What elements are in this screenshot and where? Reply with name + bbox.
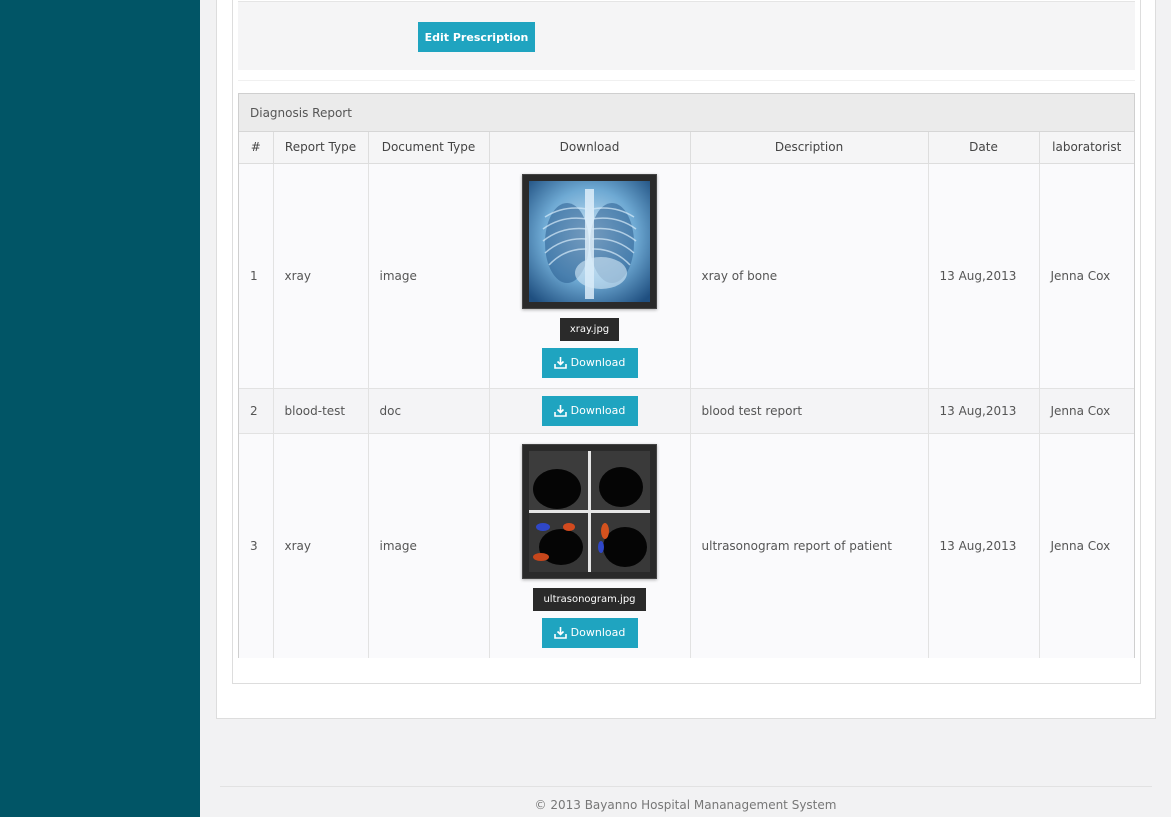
document-type: doc — [368, 388, 490, 434]
document-type: image — [368, 163, 490, 389]
description: ultrasonogram report of patient — [690, 433, 929, 658]
inner-panel: Edit Prescription Diagnosis Report # Rep… — [232, 0, 1141, 684]
ultrasonogram-thumbnail[interactable] — [522, 443, 657, 579]
file-name-label: xray.jpg — [559, 317, 620, 341]
laboratorist: Jenna Cox — [1039, 388, 1134, 434]
report-type: xray — [273, 163, 369, 389]
column-header: Date — [928, 132, 1040, 164]
table-row: 2 blood-test doc Download blood test rep… — [239, 388, 1134, 434]
column-header: Description — [690, 132, 929, 164]
report-type: xray — [273, 433, 369, 658]
column-header: laboratorist — [1039, 132, 1134, 164]
row-number: 2 — [239, 388, 274, 434]
download-icon — [553, 404, 567, 417]
content-area: Edit Prescription Diagnosis Report # Rep… — [200, 0, 1171, 817]
download-cell: xray.jpg Download — [489, 163, 691, 389]
document-type: image — [368, 433, 490, 658]
laboratorist: Jenna Cox — [1039, 433, 1134, 658]
download-icon — [553, 626, 567, 639]
download-cell: Download — [489, 388, 691, 434]
diagnosis-report-table: # Report Type Document Type Download Des… — [239, 132, 1134, 658]
xray-thumbnail[interactable] — [522, 173, 657, 309]
diagnosis-report-panel: Diagnosis Report # Report Type Document … — [238, 93, 1135, 658]
date: 13 Aug,2013 — [928, 388, 1040, 434]
column-header: Download — [489, 132, 691, 164]
footer-divider — [220, 786, 1152, 787]
footer-copyright: © 2013 Bayanno Hospital Mananagement Sys… — [534, 798, 837, 812]
download-cell: ultrasonogram.jpg Download — [489, 433, 691, 658]
date: 13 Aug,2013 — [928, 433, 1040, 658]
column-header: Report Type — [273, 132, 369, 164]
download-button[interactable]: Download — [541, 347, 638, 378]
divider — [238, 80, 1135, 81]
file-name-label: ultrasonogram.jpg — [533, 587, 646, 611]
download-button[interactable]: Download — [541, 617, 638, 648]
download-icon — [553, 356, 567, 369]
outer-panel: Edit Prescription Diagnosis Report # Rep… — [216, 0, 1156, 719]
table-row: 3 xray image ultrasonogram.jpg Download … — [239, 433, 1134, 658]
description: xray of bone — [690, 163, 929, 389]
date: 13 Aug,2013 — [928, 163, 1040, 389]
download-button[interactable]: Download — [541, 395, 638, 426]
sidebar — [0, 0, 200, 817]
row-number: 3 — [239, 433, 274, 658]
download-label: Download — [570, 356, 626, 369]
report-type: blood-test — [273, 388, 369, 434]
table-row: 1 xray image xray.jpg Download xray of b… — [239, 163, 1134, 389]
download-label: Download — [570, 404, 626, 417]
prescription-actions: Edit Prescription — [238, 1, 1135, 70]
laboratorist: Jenna Cox — [1039, 163, 1134, 389]
table-header-row: # Report Type Document Type Download Des… — [239, 132, 1134, 164]
row-number: 1 — [239, 163, 274, 389]
download-label: Download — [570, 626, 626, 640]
description: blood test report — [690, 388, 929, 434]
xray-image — [529, 180, 650, 302]
diagnosis-report-heading: Diagnosis Report — [239, 94, 1134, 132]
column-header: Document Type — [368, 132, 490, 164]
ultrasonogram-image — [529, 450, 650, 572]
edit-prescription-button[interactable]: Edit Prescription — [418, 22, 535, 52]
column-header: # — [239, 132, 274, 164]
